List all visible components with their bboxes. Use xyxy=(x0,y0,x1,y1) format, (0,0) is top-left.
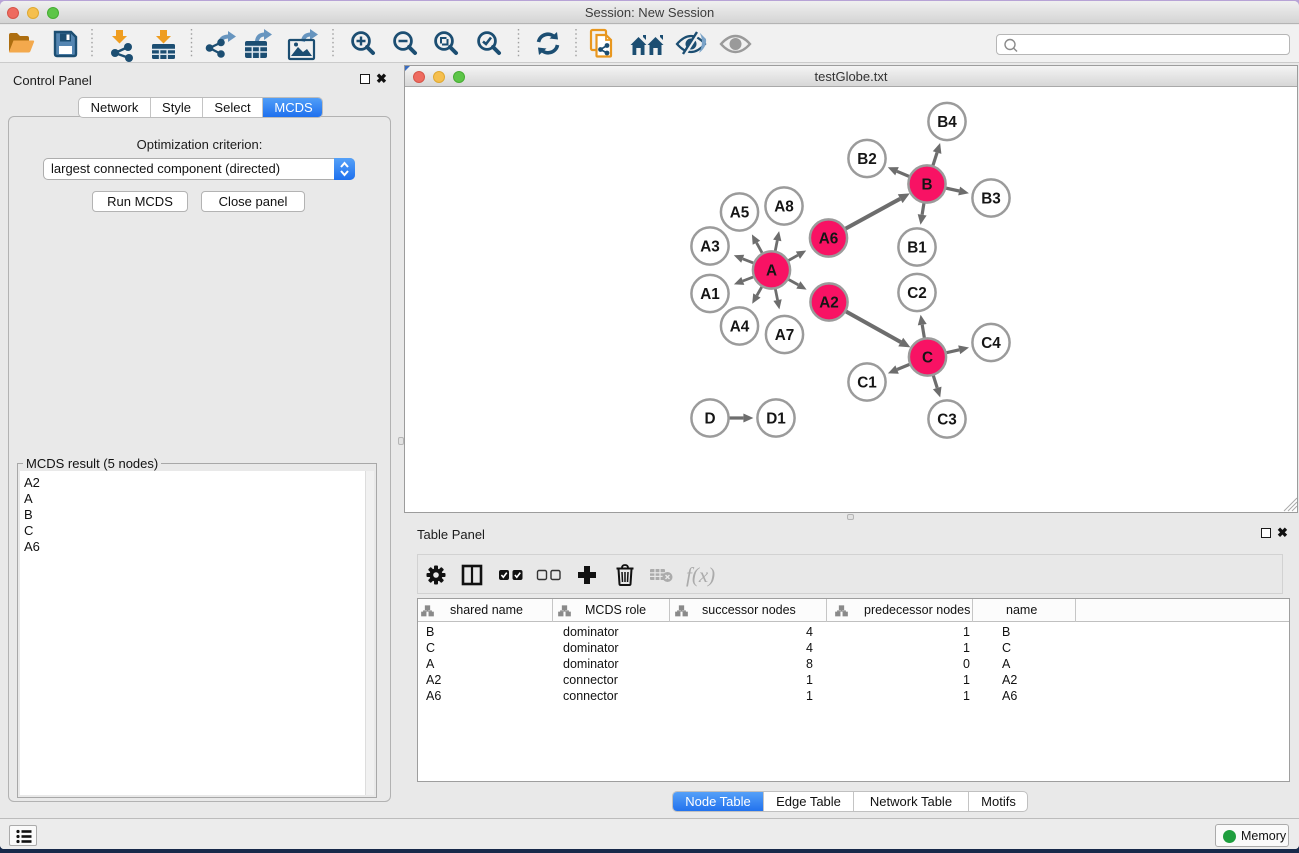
svg-text:C2: C2 xyxy=(907,285,927,302)
svg-text:B4: B4 xyxy=(937,114,957,131)
svg-text:A4: A4 xyxy=(730,319,750,336)
svg-text:C4: C4 xyxy=(981,335,1001,352)
svg-text:C: C xyxy=(922,350,933,367)
svg-text:A: A xyxy=(766,263,777,280)
svg-text:C3: C3 xyxy=(937,412,957,429)
svg-text:B: B xyxy=(921,177,932,194)
svg-text:C1: C1 xyxy=(857,375,877,392)
svg-text:D1: D1 xyxy=(766,411,786,428)
svg-text:A1: A1 xyxy=(700,286,720,303)
svg-text:A8: A8 xyxy=(774,199,794,216)
svg-text:D: D xyxy=(704,411,715,428)
svg-text:A2: A2 xyxy=(819,295,839,312)
svg-text:B1: B1 xyxy=(907,240,927,257)
svg-text:B2: B2 xyxy=(857,151,877,168)
svg-text:A3: A3 xyxy=(700,239,720,256)
svg-text:A7: A7 xyxy=(775,327,795,344)
svg-text:A6: A6 xyxy=(819,231,839,248)
svg-text:A5: A5 xyxy=(730,205,750,222)
svg-text:B3: B3 xyxy=(981,191,1001,208)
svg-text:f(x): f(x) xyxy=(686,563,715,587)
